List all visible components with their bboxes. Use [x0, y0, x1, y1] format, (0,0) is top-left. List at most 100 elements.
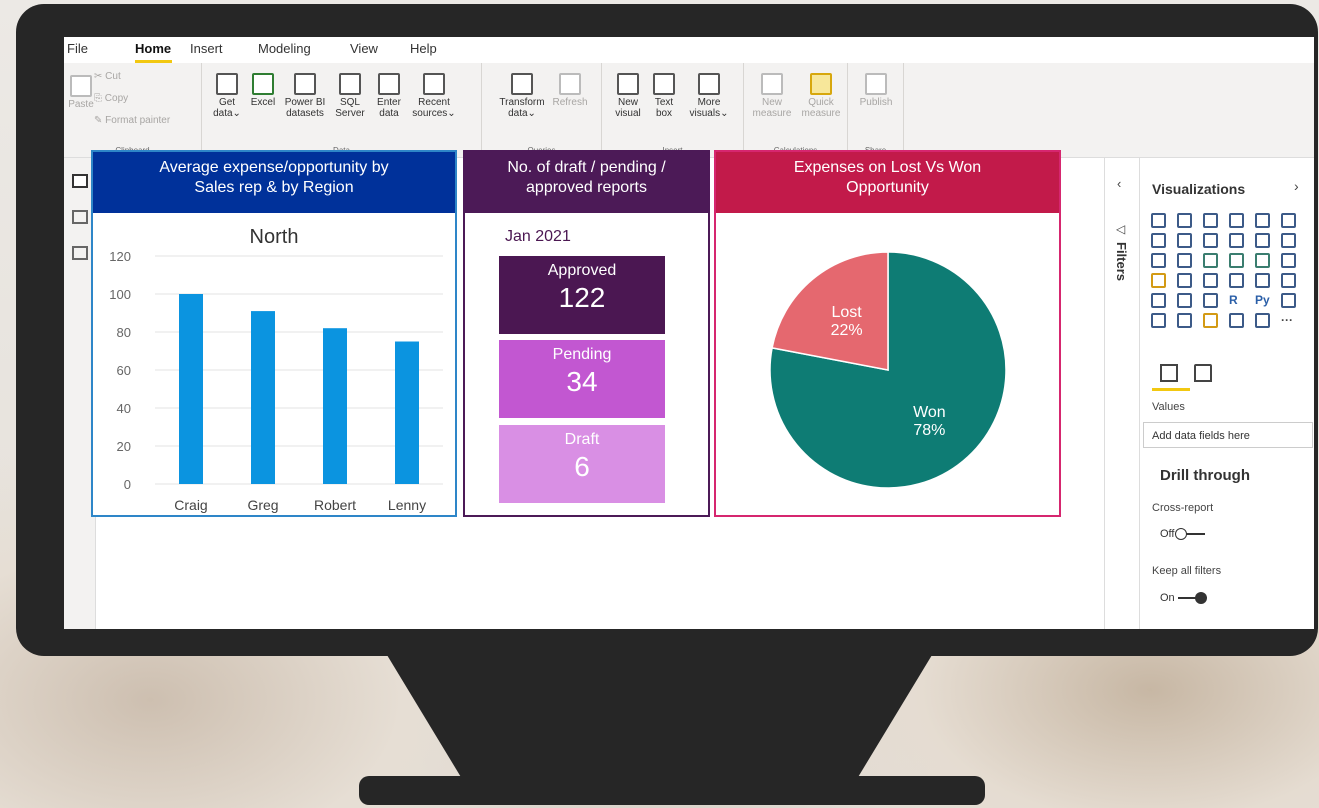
format-paint-roller-icon[interactable]	[1194, 364, 1212, 382]
menu-modeling[interactable]: Modeling	[258, 41, 311, 56]
collapse-filters-icon[interactable]: ‹	[1117, 176, 1121, 191]
visual-type-icon[interactable]	[1281, 213, 1296, 228]
visual-type-icon[interactable]	[1177, 313, 1192, 328]
visual-type-icon[interactable]	[1255, 233, 1270, 248]
bar-chart-visual[interactable]: Average expense/opportunity by Sales rep…	[91, 150, 457, 517]
fields-well-icon[interactable]	[1160, 364, 1178, 382]
visual-type-icon[interactable]	[1203, 213, 1218, 228]
slice-value-label: 78%	[913, 422, 945, 439]
calculator-icon	[761, 73, 783, 95]
filters-pane[interactable]: ‹ ◁ Filters	[1104, 158, 1140, 629]
visual-type-icon[interactable]	[1151, 273, 1166, 288]
cut-button[interactable]: ✂ Cut	[94, 71, 121, 82]
paste-button[interactable]: Paste	[66, 75, 96, 110]
menu-file[interactable]: File	[67, 41, 88, 56]
values-field-well[interactable]: Add data fields here	[1143, 422, 1313, 448]
powerbi-datasets-button[interactable]: Power BI datasets	[280, 73, 330, 119]
menu-home[interactable]: Home	[135, 41, 171, 56]
recent-sources-button[interactable]: Recent sources⌄	[410, 73, 458, 119]
pending-card[interactable]: Pending 34	[499, 340, 665, 418]
visual-type-icon[interactable]	[1151, 293, 1166, 308]
visual-type-icon[interactable]	[1151, 233, 1166, 248]
visual-type-icon[interactable]	[1281, 253, 1296, 268]
visual-type-icon[interactable]	[1281, 293, 1296, 308]
publish-button[interactable]: Publish	[854, 73, 898, 108]
visual-type-icon[interactable]	[1151, 313, 1166, 328]
draft-card[interactable]: Draft 6	[499, 425, 665, 503]
visual-type-icon[interactable]	[1203, 253, 1218, 268]
report-view-icon[interactable]	[72, 174, 88, 188]
refresh-icon	[559, 73, 581, 95]
r-visual-icon[interactable]: R	[1229, 293, 1244, 308]
visual-type-icon[interactable]	[1229, 253, 1244, 268]
visual-type-icon[interactable]	[1177, 253, 1192, 268]
visual-header: No. of draft / pending / approved report…	[465, 152, 708, 213]
transform-data-button[interactable]: Transform data⌄	[496, 73, 548, 119]
quick-measure-button[interactable]: Quick measure	[798, 73, 844, 119]
y-tick-label: 0	[124, 477, 131, 492]
expand-pane-icon[interactable]: ›	[1294, 178, 1299, 194]
enter-data-button[interactable]: Enter data	[372, 73, 406, 119]
visualizations-pane: Visualizations › R Py ··· Values Add data …	[1140, 158, 1314, 629]
approved-card[interactable]: Approved 122	[499, 256, 665, 334]
pie-chart-visual[interactable]: Expenses on Lost Vs Won Opportunity Won 7…	[714, 150, 1061, 517]
report-status-visual[interactable]: No. of draft / pending / approved report…	[463, 150, 710, 517]
data-view-icon[interactable]	[72, 210, 88, 224]
visual-type-icon[interactable]	[1255, 253, 1270, 268]
copy-button[interactable]: ⎘ Copy	[94, 93, 128, 104]
visual-type-icon[interactable]	[1281, 273, 1296, 288]
visual-type-icon[interactable]	[1151, 213, 1166, 228]
menu-insert[interactable]: Insert	[190, 41, 223, 56]
y-tick-label: 80	[117, 325, 131, 340]
visual-type-icon[interactable]	[1177, 233, 1192, 248]
visual-type-icon[interactable]	[1229, 313, 1244, 328]
more-visuals-button[interactable]: More visuals⌄	[686, 73, 732, 119]
visual-type-icon[interactable]	[1177, 273, 1192, 288]
visual-type-icon[interactable]	[1177, 213, 1192, 228]
visual-type-icon[interactable]	[1151, 253, 1166, 268]
visual-title-line2: Sales rep & by Region	[194, 179, 354, 196]
menu-help[interactable]: Help	[410, 41, 437, 56]
text-box-button[interactable]: Text box	[648, 73, 680, 119]
slice-value-label: 22%	[831, 322, 863, 339]
keep-filters-toggle[interactable]: On	[1160, 592, 1207, 605]
clipboard-group: Paste ✂ Cut ⎘ Copy ✎ Format painter Clip…	[64, 63, 202, 155]
visual-type-icon[interactable]	[1229, 213, 1244, 228]
refresh-button[interactable]: Refresh	[550, 73, 590, 108]
more-visuals-icon[interactable]: ···	[1281, 313, 1296, 328]
visual-type-icon[interactable]	[1203, 313, 1218, 328]
visual-type-icon[interactable]	[1203, 293, 1218, 308]
python-visual-icon[interactable]: Py	[1255, 293, 1270, 308]
visual-title-line1: No. of draft / pending /	[507, 159, 666, 176]
model-view-icon[interactable]	[72, 246, 88, 260]
period-label: Jan 2021	[505, 228, 571, 245]
excel-button[interactable]: Excel	[248, 73, 278, 108]
y-tick-label: 100	[109, 287, 131, 302]
y-tick-label: 60	[117, 363, 131, 378]
visual-type-icon[interactable]	[1203, 273, 1218, 288]
share-group: Publish Share	[848, 63, 904, 155]
sql-icon	[339, 73, 361, 95]
sql-server-button[interactable]: SQL Server	[332, 73, 368, 119]
get-data-button[interactable]: Get data⌄	[210, 73, 244, 119]
menu-view[interactable]: View	[350, 41, 378, 56]
visual-type-icon[interactable]	[1229, 273, 1244, 288]
bar	[251, 311, 275, 484]
visual-type-icon[interactable]	[1281, 233, 1296, 248]
publish-icon	[865, 73, 887, 95]
transform-icon	[511, 73, 533, 95]
x-tick-label: Greg	[247, 497, 278, 513]
visual-type-icon[interactable]	[1229, 233, 1244, 248]
visual-type-icon[interactable]	[1255, 213, 1270, 228]
visual-type-icon[interactable]	[1203, 233, 1218, 248]
visual-type-icon[interactable]	[1255, 273, 1270, 288]
y-tick-label: 120	[109, 249, 131, 264]
cross-report-toggle[interactable]: Off	[1160, 528, 1206, 541]
new-visual-button[interactable]: New visual	[612, 73, 644, 119]
visual-type-icon[interactable]	[1177, 293, 1192, 308]
filter-funnel-icon: ◁	[1116, 222, 1126, 236]
new-measure-button[interactable]: New measure	[750, 73, 794, 119]
visual-type-icon[interactable]	[1255, 313, 1270, 328]
bar	[323, 328, 347, 484]
format-painter-button[interactable]: ✎ Format painter	[94, 115, 170, 126]
